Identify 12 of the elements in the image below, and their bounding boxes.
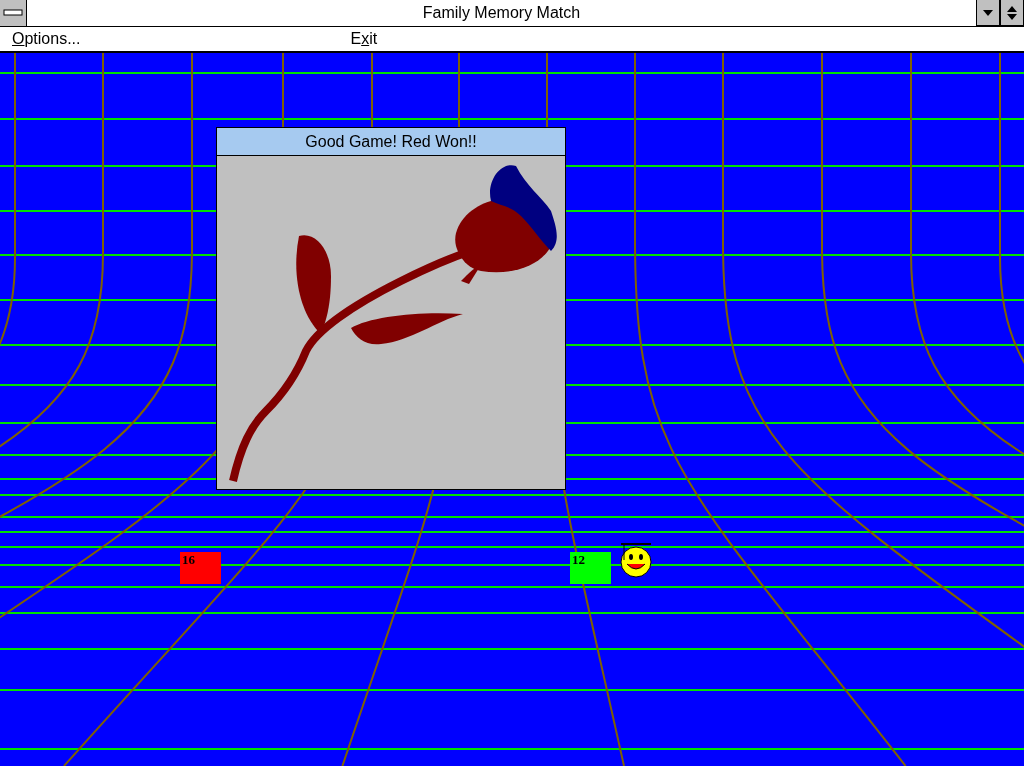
menu-item[interactable]: Options...: [2, 27, 91, 51]
menu-item[interactable]: Exit: [340, 27, 388, 51]
window-title: Family Memory Match: [421, 3, 582, 23]
score-marker: 16: [180, 552, 221, 584]
dialog-title: Good Game! Red Won!!: [217, 128, 565, 156]
minimize-button[interactable]: [976, 0, 1000, 26]
restore-button[interactable]: [1000, 0, 1024, 26]
system-menu-button[interactable]: [0, 0, 27, 26]
down-arrow-icon: [983, 9, 993, 16]
up-down-arrow-icon: [1007, 4, 1017, 21]
score-marker: 12: [570, 552, 611, 584]
bar-icon: [3, 9, 23, 17]
